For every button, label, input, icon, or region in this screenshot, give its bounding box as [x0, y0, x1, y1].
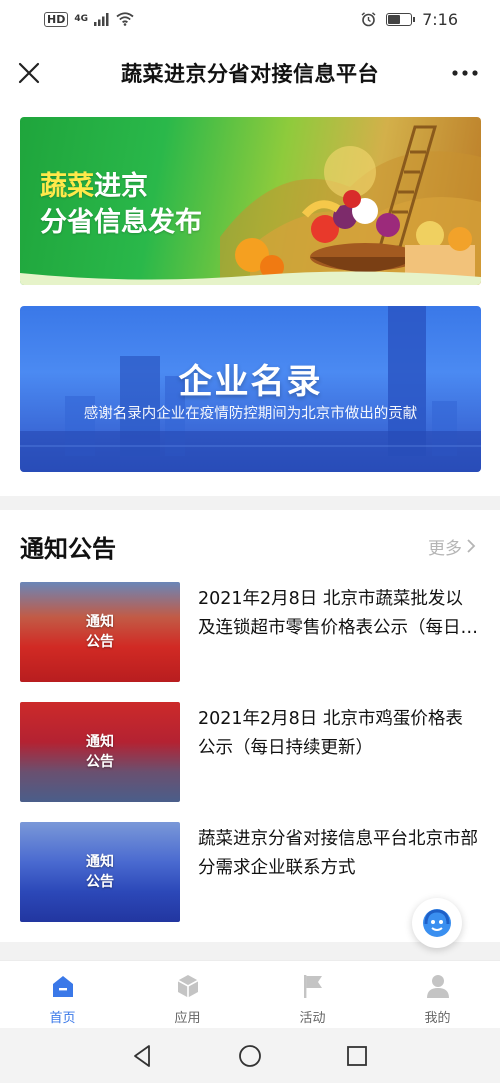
user-icon: [426, 975, 449, 998]
recents-icon[interactable]: [344, 1043, 370, 1069]
notice-section: 通知公告 更多 通知 公告 2021年2月8日 北京市蔬菜批发以及连锁超市零售价格…: [0, 510, 500, 942]
vegetable-banner-title: 蔬菜进京 分省信息发布: [40, 171, 202, 238]
notice-item-title: 2021年2月8日 北京市鸡蛋价格表公示（每日持续更新）: [198, 709, 463, 758]
tab-label: 应用: [174, 1011, 201, 1026]
alarm-icon: [361, 11, 376, 26]
tab-home[interactable]: 首页: [0, 961, 125, 1028]
signal-icon: [94, 12, 109, 26]
enterprise-directory-banner[interactable]: 企业名录 感谢名录内企业在疫情防控期间为北京市做出的贡献: [20, 306, 481, 472]
home-circle-icon[interactable]: [237, 1043, 263, 1069]
status-right: 7:16: [361, 10, 458, 29]
battery-icon: [386, 12, 416, 26]
enterprise-banner-title: 企业名录: [178, 362, 323, 402]
status-left: HD 4G: [44, 11, 134, 27]
tab-label: 活动: [299, 1011, 326, 1026]
notice-thumbnail: 通知 公告: [20, 702, 180, 802]
flag-icon: [303, 975, 322, 998]
notice-title: 通知公告: [20, 534, 116, 563]
notice-thumbnail: 通知 公告: [20, 582, 180, 682]
tab-apps[interactable]: 应用: [125, 961, 250, 1028]
network-label: 4G: [74, 14, 88, 24]
hd-badge: HD: [44, 11, 69, 27]
headset-icon: [423, 909, 451, 937]
back-icon[interactable]: [130, 1043, 156, 1069]
notice-header: 通知公告 更多: [20, 528, 476, 564]
clock: 7:16: [422, 9, 458, 29]
page-title: 蔬菜进京分省对接信息平台: [121, 62, 379, 86]
more-label: 更多: [428, 538, 462, 559]
notice-item-title: 蔬菜进京分省对接信息平台北京市部分需求企业联系方式: [198, 829, 478, 878]
notice-item[interactable]: 通知 公告 2021年2月8日 北京市鸡蛋价格表公示（每日持续更新）: [20, 702, 480, 802]
notice-item[interactable]: 通知 公告 2021年2月8日 北京市蔬菜批发以及连锁超市零售价格表公示（每日…: [20, 582, 480, 682]
notice-thumbnail: 通知 公告: [20, 822, 180, 922]
tab-label: 首页: [49, 1011, 76, 1026]
tab-profile[interactable]: 我的: [375, 961, 500, 1028]
customer-service-button[interactable]: [412, 898, 462, 948]
cube-icon: [177, 975, 198, 998]
notice-item[interactable]: 通知 公告 蔬菜进京分省对接信息平台北京市部分需求企业联系方式: [20, 822, 480, 922]
tab-activities[interactable]: 活动: [250, 961, 375, 1028]
vegetable-info-banner[interactable]: 蔬菜进京 分省信息发布: [20, 117, 481, 285]
system-navigation-bar: [0, 1028, 500, 1083]
more-link[interactable]: 更多: [428, 534, 476, 559]
tab-label: 我的: [424, 1011, 451, 1026]
close-icon[interactable]: [16, 60, 42, 86]
chevron-right-icon: [467, 539, 476, 553]
bottom-tab-bar: 首页 应用 活动 我的: [0, 960, 500, 1028]
notice-item-title: 2021年2月8日 北京市蔬菜批发以及连锁超市零售价格表公示（每日…: [198, 589, 478, 638]
wifi-icon: [116, 12, 134, 26]
banner-wave: [20, 271, 481, 285]
banner-section: 蔬菜进京 分省信息发布 企业名录 感谢名录内企业在疫情防控期间为北京市做出的贡献: [0, 108, 500, 496]
enterprise-banner-subtitle: 感谢名录内企业在疫情防控期间为北京市做出的贡献: [83, 406, 418, 422]
nav-bar: 蔬菜进京分省对接信息平台: [0, 38, 500, 108]
home-icon: [52, 976, 73, 997]
status-bar: HD 4G 7:16: [0, 0, 500, 38]
more-options-icon[interactable]: [450, 60, 480, 86]
